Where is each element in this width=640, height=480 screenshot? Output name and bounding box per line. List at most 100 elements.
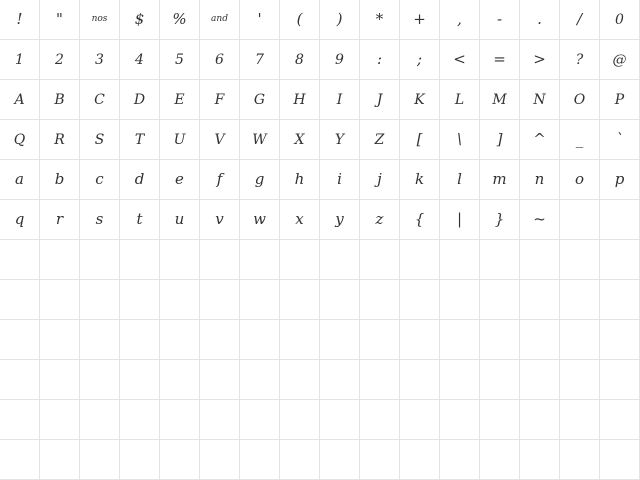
empty-cell — [480, 280, 520, 320]
empty-cell — [240, 440, 280, 480]
glyph-cell: n — [520, 160, 560, 200]
glyph-cell: and — [200, 0, 240, 40]
glyph-cell: Y — [320, 120, 360, 160]
glyph-cell: m — [480, 160, 520, 200]
empty-cell — [80, 360, 120, 400]
empty-cell — [600, 200, 640, 240]
empty-cell — [200, 240, 240, 280]
empty-cell — [400, 400, 440, 440]
glyph-cell: * — [360, 0, 400, 40]
empty-cell — [520, 360, 560, 400]
empty-cell — [80, 440, 120, 480]
empty-cell — [160, 280, 200, 320]
glyph-cell: k — [400, 160, 440, 200]
empty-cell — [240, 320, 280, 360]
glyph-cell: \ — [440, 120, 480, 160]
empty-cell — [560, 440, 600, 480]
empty-cell — [360, 440, 400, 480]
empty-cell — [80, 240, 120, 280]
empty-cell — [560, 320, 600, 360]
glyph-cell: t — [120, 200, 160, 240]
empty-cell — [560, 240, 600, 280]
glyph-cell: V — [200, 120, 240, 160]
glyph-cell: r — [40, 200, 80, 240]
glyph-cell: / — [560, 0, 600, 40]
glyph-cell: ' — [240, 0, 280, 40]
glyph-cell: u — [160, 200, 200, 240]
empty-cell — [120, 360, 160, 400]
glyph-cell: ! — [0, 0, 40, 40]
empty-cell — [0, 280, 40, 320]
empty-cell — [360, 320, 400, 360]
glyph-cell: L — [440, 80, 480, 120]
empty-cell — [240, 280, 280, 320]
empty-cell — [40, 280, 80, 320]
glyph-cell: % — [160, 0, 200, 40]
glyph-cell: { — [400, 200, 440, 240]
glyph-cell: W — [240, 120, 280, 160]
glyph-cell: E — [160, 80, 200, 120]
glyph-cell: G — [240, 80, 280, 120]
empty-cell — [280, 320, 320, 360]
glyph-cell: w — [240, 200, 280, 240]
empty-cell — [520, 400, 560, 440]
empty-cell — [600, 240, 640, 280]
glyph-grid: ! " nos $% and '() * +, -./0 1 2 3 4 5 6 7 8 9:; < = >? @ A B C D… — [0, 0, 640, 480]
glyph-cell: @ — [600, 40, 640, 80]
empty-cell — [600, 440, 640, 480]
glyph-cell: nos — [80, 0, 120, 40]
empty-cell — [320, 280, 360, 320]
glyph-cell: ( — [280, 0, 320, 40]
glyph-cell: " — [40, 0, 80, 40]
empty-cell — [0, 440, 40, 480]
empty-cell — [360, 240, 400, 280]
empty-cell — [440, 360, 480, 400]
empty-cell — [600, 360, 640, 400]
glyph-cell: 3 — [80, 40, 120, 80]
glyph-cell: I — [320, 80, 360, 120]
glyph-cell: f — [200, 160, 240, 200]
glyph-cell: [ — [400, 120, 440, 160]
empty-cell — [480, 440, 520, 480]
glyph-cell: p — [600, 160, 640, 200]
glyph-cell: = — [480, 40, 520, 80]
empty-cell — [400, 440, 440, 480]
empty-cell — [320, 360, 360, 400]
glyph-cell: x — [280, 200, 320, 240]
glyph-cell: i — [320, 160, 360, 200]
glyph-cell: c — [80, 160, 120, 200]
empty-cell — [160, 400, 200, 440]
empty-cell — [560, 280, 600, 320]
glyph-cell: ] — [480, 120, 520, 160]
empty-cell — [40, 440, 80, 480]
empty-cell — [80, 280, 120, 320]
glyph-cell: h — [280, 160, 320, 200]
empty-cell — [120, 280, 160, 320]
glyph-cell: Z — [360, 120, 400, 160]
glyph-cell: d — [120, 160, 160, 200]
empty-cell — [280, 400, 320, 440]
empty-cell — [440, 440, 480, 480]
empty-cell — [200, 360, 240, 400]
glyph-cell: > — [520, 40, 560, 80]
empty-cell — [280, 360, 320, 400]
empty-cell — [360, 280, 400, 320]
empty-cell — [520, 440, 560, 480]
empty-cell — [120, 400, 160, 440]
glyph-cell: 7 — [240, 40, 280, 80]
empty-cell — [160, 440, 200, 480]
empty-cell — [0, 320, 40, 360]
glyph-cell: , — [440, 0, 480, 40]
glyph-cell: 0 — [600, 0, 640, 40]
glyph-cell: ^ — [520, 120, 560, 160]
empty-cell — [480, 240, 520, 280]
glyph-cell: D — [120, 80, 160, 120]
empty-cell — [120, 240, 160, 280]
glyph-cell: 8 — [280, 40, 320, 80]
empty-cell — [400, 280, 440, 320]
empty-cell — [560, 400, 600, 440]
empty-cell — [560, 200, 600, 240]
glyph-cell: B — [40, 80, 80, 120]
empty-cell — [440, 320, 480, 360]
empty-cell — [200, 440, 240, 480]
